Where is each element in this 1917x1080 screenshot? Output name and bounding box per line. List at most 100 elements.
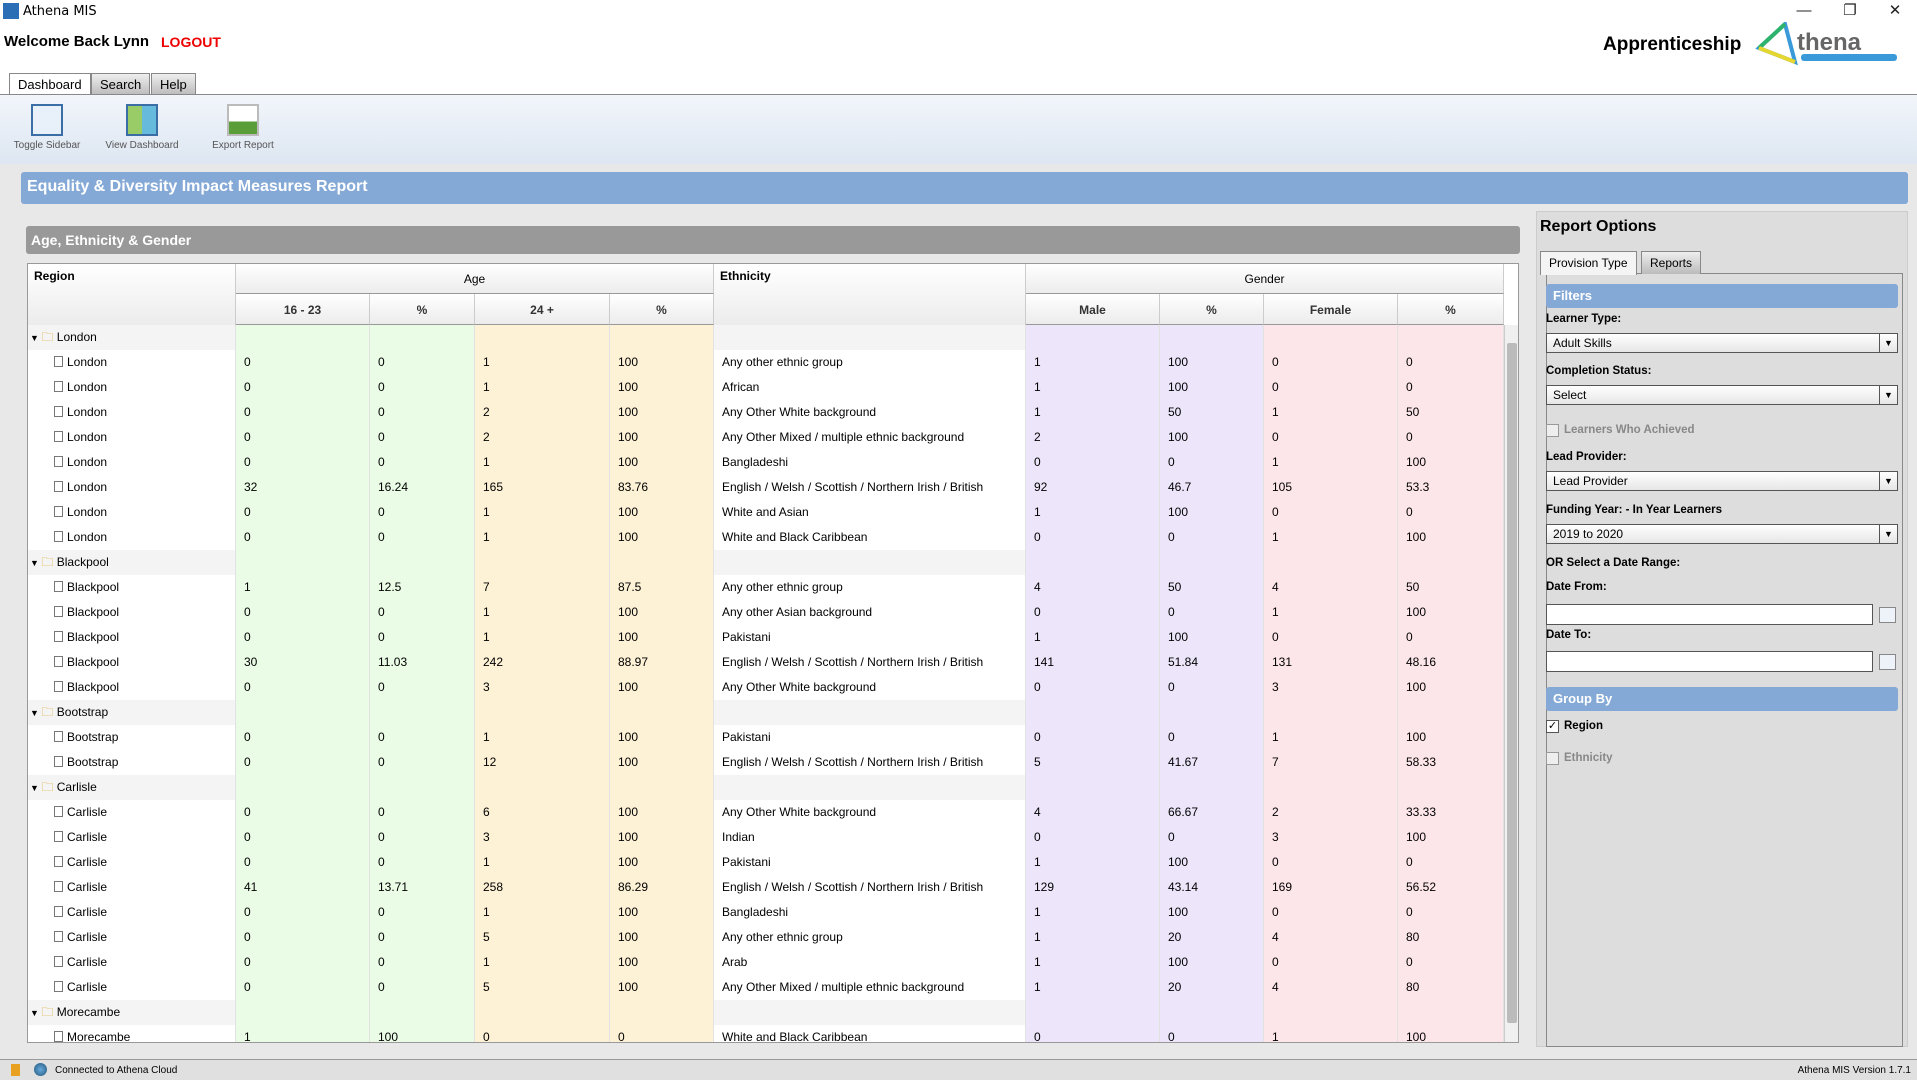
header-female[interactable]: Female: [1264, 294, 1398, 325]
table-row[interactable]: Carlisle 0 0 5 100 Any other ethnic group 1 20 4…: [28, 925, 1504, 950]
table-row[interactable]: Morecambe 1 100 0 0 White and Black Caribbean…: [28, 1025, 1504, 1042]
table-row[interactable]: Blackpool 30 11.03 242 88.97 English / Welsh …: [28, 650, 1504, 675]
file-icon: [54, 906, 63, 917]
expand-arrow-icon[interactable]: ▼: [30, 783, 41, 793]
file-icon: [54, 831, 63, 842]
file-icon: [54, 631, 63, 642]
tab-search[interactable]: Search: [91, 73, 151, 95]
header-region[interactable]: Region: [28, 264, 236, 325]
scrollbar-thumb[interactable]: [1507, 343, 1517, 1023]
tab-provision-type[interactable]: Provision Type: [1540, 251, 1637, 275]
cell-age-16-23-pct: 0: [370, 975, 475, 1000]
table-row[interactable]: Carlisle 0 0 3 100 Indian 0 0 3 100: [28, 825, 1504, 850]
cell-female: 3: [1264, 675, 1398, 700]
cell-age-24-plus: 1: [475, 850, 610, 875]
completion-status-select[interactable]: Select ▼: [1546, 385, 1898, 405]
restore-button[interactable]: ❐: [1827, 0, 1873, 24]
lead-provider-select[interactable]: Lead Provider ▼: [1546, 471, 1898, 491]
table-row[interactable]: Carlisle 41 13.71 258 86.29 English / Welsh /…: [28, 875, 1504, 900]
cell-ethnicity: Any Other Mixed / multiple ethnic backgr…: [714, 425, 1026, 450]
cell-ethnicity: Any Other Mixed / multiple ethnic backgr…: [714, 975, 1026, 1000]
cell-empty: [1026, 775, 1160, 800]
table-row[interactable]: Blackpool 0 0 1 100 Pakistani 1 100 0 0: [28, 625, 1504, 650]
cell-age-24-plus: 1: [475, 600, 610, 625]
tab-dashboard[interactable]: Dashboard: [9, 73, 91, 96]
table-row[interactable]: London 0 0 1 100 African 1 100 0 0: [28, 375, 1504, 400]
table-row[interactable]: London 0 0 1 100 White and Asian 1 100 0 0: [28, 500, 1504, 525]
header-age-16-23-pct[interactable]: %: [370, 294, 475, 325]
minimize-button[interactable]: —: [1781, 0, 1827, 24]
region-checkbox[interactable]: ✓: [1546, 720, 1559, 733]
table-row[interactable]: Carlisle 0 0 1 100 Arab 1 100 0 0: [28, 950, 1504, 975]
table-row[interactable]: Blackpool 0 0 3 100 Any Other White backgroun…: [28, 675, 1504, 700]
logout-link[interactable]: LOGOUT: [161, 34, 221, 50]
table-row[interactable]: Bootstrap 0 0 1 100 Pakistani 0 0 1 100: [28, 725, 1504, 750]
cell-empty: [1160, 550, 1264, 575]
cell-age-24-plus-pct: 100: [610, 375, 714, 400]
table-row[interactable]: London 0 0 1 100 Bangladeshi 0 0 1 100: [28, 450, 1504, 475]
tab-help[interactable]: Help: [151, 73, 196, 95]
learner-type-select[interactable]: Adult Skills ▼: [1546, 333, 1898, 353]
expand-arrow-icon[interactable]: ▼: [30, 1008, 41, 1018]
expand-arrow-icon[interactable]: ▼: [30, 333, 41, 343]
table-row[interactable]: Blackpool 0 0 1 100 Any other Asian backgroun…: [28, 600, 1504, 625]
header-age-24-plus-pct[interactable]: %: [610, 294, 714, 325]
tab-reports[interactable]: Reports: [1641, 251, 1702, 274]
learners-achieved-checkbox[interactable]: [1546, 424, 1559, 437]
expand-arrow-icon[interactable]: ▼: [30, 708, 41, 718]
cell-ethnicity: Any other ethnic group: [714, 575, 1026, 600]
table-row[interactable]: Bootstrap 0 0 12 100 English / Welsh / Scotti…: [28, 750, 1504, 775]
file-icon: [54, 531, 63, 542]
cell-age-24-plus: 258: [475, 875, 610, 900]
expand-arrow-icon[interactable]: ▼: [30, 558, 41, 568]
group-row[interactable]: ▼ 🗀 Blackpool: [28, 550, 1504, 575]
cell-female-pct: 50: [1398, 400, 1504, 425]
cell-male: 0: [1026, 725, 1160, 750]
table-row[interactable]: Carlisle 0 0 5 100 Any Other Mixed / multiple…: [28, 975, 1504, 1000]
file-icon: [54, 956, 63, 967]
header-male-pct[interactable]: %: [1160, 294, 1264, 325]
cell-region-wrap: Carlisle: [28, 800, 236, 825]
vertical-scrollbar[interactable]: [1504, 325, 1518, 1042]
cell-age-16-23: 0: [236, 500, 370, 525]
view-dashboard-button[interactable]: View Dashboard: [97, 104, 187, 151]
table-row[interactable]: London 32 16.24 165 83.76 English / Welsh / S…: [28, 475, 1504, 500]
calendar-icon[interactable]: [1879, 607, 1896, 623]
funding-year-select[interactable]: 2019 to 2020 ▼: [1546, 524, 1898, 544]
table-row[interactable]: London 0 0 1 100 White and Black Caribbean 0 0 1…: [28, 525, 1504, 550]
cell-age-24-plus-pct: 100: [610, 425, 714, 450]
date-to-input[interactable]: [1546, 651, 1873, 672]
cell-female: 0: [1264, 350, 1398, 375]
calendar-icon[interactable]: [1879, 654, 1896, 670]
export-report-button[interactable]: Export Report: [198, 104, 288, 151]
cell-age-16-23-pct: 0: [370, 400, 475, 425]
group-row[interactable]: ▼ 🗀 London: [28, 325, 1504, 350]
table-row[interactable]: London 0 0 1 100 Any other ethnic group 1 100 0 0: [28, 350, 1504, 375]
table-row[interactable]: Carlisle 0 0 1 100 Pakistani 1 100 0 0: [28, 850, 1504, 875]
ethnicity-checkbox[interactable]: [1546, 752, 1559, 765]
cell-age-16-23: 0: [236, 600, 370, 625]
header-age-24-plus[interactable]: 24 +: [475, 294, 610, 325]
header-female-pct[interactable]: %: [1398, 294, 1504, 325]
cell-age-24-plus-pct: 100: [610, 675, 714, 700]
group-row[interactable]: ▼ 🗀 Carlisle: [28, 775, 1504, 800]
cell-region-wrap: Carlisle: [28, 975, 236, 1000]
table-row[interactable]: London 0 0 2 100 Any Other Mixed / multiple e…: [28, 425, 1504, 450]
table-row[interactable]: Blackpool 1 12.5 7 87.5 Any other ethnic grou…: [28, 575, 1504, 600]
cell-region-wrap: Carlisle: [28, 900, 236, 925]
date-from-input[interactable]: [1546, 604, 1873, 625]
toggle-sidebar-button[interactable]: Toggle Sidebar: [2, 104, 92, 151]
table-row[interactable]: Carlisle 0 0 1 100 Bangladeshi 1 100 0 0: [28, 900, 1504, 925]
cell-region-wrap: ▼ 🗀 London: [28, 325, 236, 350]
group-row[interactable]: ▼ 🗀 Morecambe: [28, 1000, 1504, 1025]
cell-region-wrap: London: [28, 500, 236, 525]
header-ethnicity[interactable]: Ethnicity: [714, 264, 1026, 325]
cell-empty: [1026, 325, 1160, 350]
close-button[interactable]: ✕: [1872, 0, 1917, 24]
header-age-16-23[interactable]: 16 - 23: [236, 294, 370, 325]
group-row[interactable]: ▼ 🗀 Bootstrap: [28, 700, 1504, 725]
table-row[interactable]: Carlisle 0 0 6 100 Any Other White background…: [28, 800, 1504, 825]
cell-ethnicity: Bangladeshi: [714, 900, 1026, 925]
table-row[interactable]: London 0 0 2 100 Any Other White background 1 5…: [28, 400, 1504, 425]
header-male[interactable]: Male: [1026, 294, 1160, 325]
